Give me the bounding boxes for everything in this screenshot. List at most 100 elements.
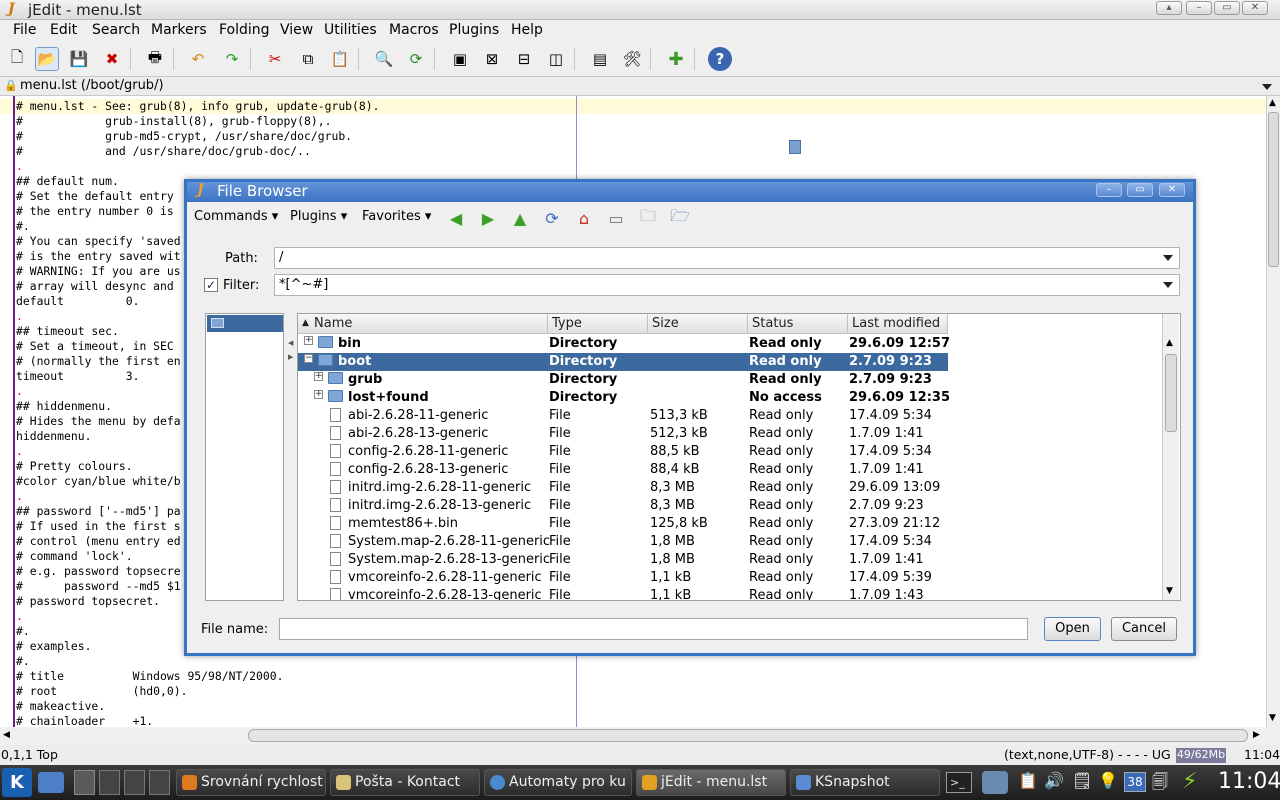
weather-badge[interactable]: 38 [1124,772,1146,792]
parent-directory-icon[interactable]: ▲ [509,207,531,229]
minimize-button[interactable]: – [1186,1,1212,15]
menu-markers[interactable]: Markers [151,22,207,38]
save-icon[interactable]: 💾 [67,47,91,71]
expand-toggle-icon[interactable]: − [304,354,313,363]
menu-search[interactable]: Search [92,22,140,38]
home-folder-icon[interactable] [38,772,64,793]
battery-icon[interactable]: ⚡ [1182,769,1197,794]
find-icon[interactable]: 🔍 [372,47,396,71]
open-file-icon[interactable]: 📂 [35,47,59,71]
expand-toggle-icon[interactable]: + [314,390,323,399]
column-name[interactable]: Name [314,316,352,331]
home-icon[interactable]: ⌂ [573,207,595,229]
new-file-icon[interactable]: 🗋 [5,47,29,71]
scroll-down-icon[interactable]: ▼ [1166,586,1173,596]
table-row[interactable]: − boot Directory Read only 2.7.09 9:23 [298,353,948,371]
kde-menu-icon[interactable]: K [2,768,32,797]
task-jedit[interactable]: jEdit - menu.lst [636,769,786,796]
table-row[interactable]: config-2.6.28-13-generic File 88,4 kB Read … [298,461,948,479]
directory-tree-pane[interactable] [205,313,284,601]
open-button[interactable]: Open [1044,617,1101,641]
cut-icon[interactable]: ✂ [263,47,287,71]
table-row[interactable]: + lost+found Directory No access 29.6.09 12:… [298,389,950,407]
shade-button[interactable]: ▴ [1156,1,1182,15]
maximize-button[interactable]: ▭ [1214,1,1240,15]
column-size[interactable]: Size [652,316,679,331]
column-status[interactable]: Status [752,316,793,331]
filename-input[interactable] [279,618,1028,640]
back-icon[interactable]: ◀ [445,207,467,229]
table-row[interactable]: System.map-2.6.28-13-generic File 1,8 MB Re… [298,551,948,569]
undo-icon[interactable]: ↶ [186,47,210,71]
tree-root-item[interactable] [207,315,283,332]
lightbulb-icon[interactable]: 💡 [1098,771,1118,790]
new-directory-icon[interactable]: 🗀 [637,206,659,229]
dialog-minimize-button[interactable]: – [1096,183,1122,197]
task-kontact[interactable]: Pošta - Kontact [330,769,480,796]
task-konqueror[interactable]: Automaty pro ku [484,769,632,796]
pager[interactable] [74,770,170,795]
buffer-switcher[interactable]: 🔒 menu.lst (/boot/grub/) [0,76,1280,96]
menu-favorites[interactable]: Favorites ▾ [362,209,431,224]
session-directory-icon[interactable]: 🗁 [669,206,691,229]
help-icon[interactable]: ? [708,47,732,71]
menu-view[interactable]: View [280,22,313,38]
menu-utilities[interactable]: Utilities [324,22,377,38]
editor-horizontal-scrollbar[interactable]: ◀ ▶ [0,727,1280,745]
reload-icon[interactable]: ⟳ [541,207,563,229]
scroll-down-icon[interactable]: ▼ [1269,713,1276,723]
scroll-up-icon[interactable]: ▲ [1269,98,1276,108]
menu-plugins[interactable]: Plugins ▾ [290,209,347,224]
table-row[interactable]: initrd.img-2.6.28-13-generic File 8,3 MB Re… [298,497,948,515]
expand-toggle-icon[interactable]: + [314,372,323,381]
chevron-down-icon[interactable] [1163,282,1173,288]
forward-icon[interactable]: ▶ [477,207,499,229]
close-file-icon[interactable]: ✖ [100,47,124,71]
find-in-files-icon[interactable]: ⟳ [404,47,428,71]
table-row[interactable]: memtest86+.bin File 125,8 kB Read only 27.3.… [298,515,948,533]
expand-toggle-icon[interactable]: + [304,336,313,345]
table-row[interactable]: abi-2.6.28-13-generic File 512,3 kB Read on… [298,425,948,443]
terminal-icon[interactable]: >_ [946,772,972,793]
root-directory-icon[interactable]: ▭ [605,207,627,229]
task-ksnapshot[interactable]: KSnapshot [790,769,940,796]
close-button[interactable]: ✕ [1242,1,1268,15]
column-type[interactable]: Type [552,316,582,331]
plugin-manager-icon[interactable]: ✚ [664,47,688,71]
volume-icon[interactable]: 🔊 [1044,771,1064,790]
menu-edit[interactable]: Edit [50,22,77,38]
table-row[interactable]: + bin Directory Read only 29.6.09 12:57 [298,335,950,353]
clipboard-tray-icon[interactable]: 🗐 [1152,771,1168,798]
table-row[interactable]: initrd.img-2.6.28-11-generic File 8,3 MB Re… [298,479,948,497]
buffer-mode[interactable]: (text,none,UTF-8) - - - - UG [1004,747,1171,762]
new-view-icon[interactable]: ▣ [448,47,472,71]
taskbar-clock[interactable]: 11:04 [1218,769,1280,794]
klipper-icon[interactable]: 📋 [1018,771,1038,790]
scroll-thumb[interactable] [1165,354,1177,432]
scroll-up-icon[interactable]: ▲ [1166,338,1173,348]
cancel-button[interactable]: Cancel [1111,617,1177,641]
network-icon[interactable] [982,771,1008,794]
scroll-right-icon[interactable]: ▶ [1253,730,1260,740]
table-vertical-scrollbar[interactable]: ▲ ▼ [1162,314,1179,600]
filter-checkbox[interactable]: ✓ [204,278,218,292]
notes-icon[interactable]: 🗒 [1072,771,1092,790]
redo-icon[interactable]: ↷ [220,47,244,71]
table-row[interactable]: System.map-2.6.28-11-generic File 1,8 MB Re… [298,533,948,551]
table-row[interactable]: abi-2.6.28-11-generic File 513,3 kB Read on… [298,407,948,425]
dialog-maximize-button[interactable]: ▭ [1127,183,1153,197]
menu-plugins[interactable]: Plugins [449,22,499,38]
chevron-down-icon[interactable] [1262,84,1272,90]
scroll-left-icon[interactable]: ◀ [3,730,10,740]
pane-splitter[interactable]: ◀ ▶ [286,313,296,601]
hscroll-thumb[interactable] [248,729,1248,742]
chevron-down-icon[interactable] [1163,255,1173,261]
menu-macros[interactable]: Macros [389,22,439,38]
table-row[interactable]: + grub Directory Read only 2.7.09 9:23 [298,371,948,389]
file-table[interactable]: ▲ Name Type Size Status Last modified + b… [297,313,1181,601]
menu-help[interactable]: Help [511,22,543,38]
path-field[interactable]: / [274,247,1180,269]
menu-commands[interactable]: Commands ▾ [194,209,278,224]
print-icon[interactable]: 🖶 [143,47,167,71]
editor-vertical-scrollbar[interactable]: ▲ ▼ [1266,96,1280,727]
